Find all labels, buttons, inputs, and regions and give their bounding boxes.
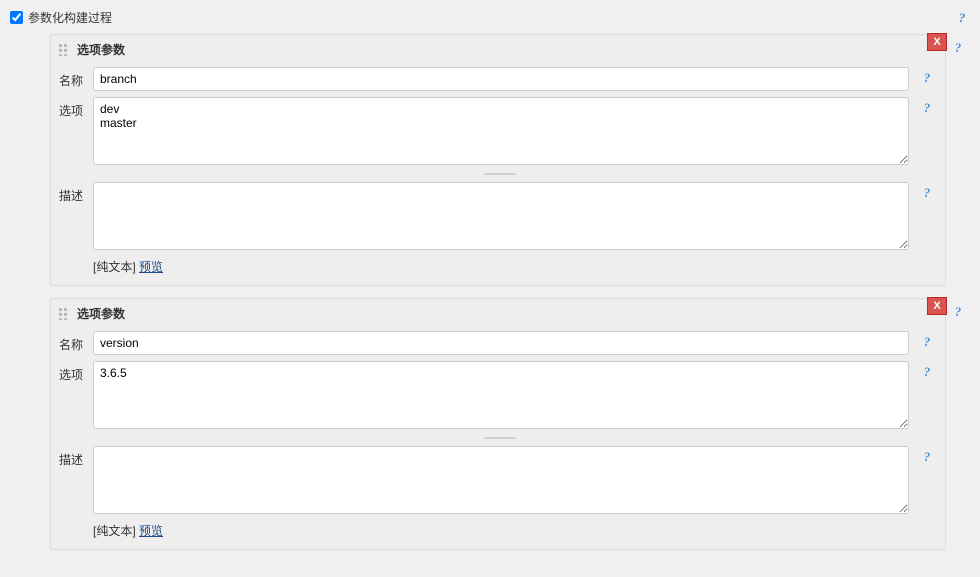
help-icon[interactable]: ? — [919, 100, 935, 116]
help-icon[interactable]: ? — [919, 334, 935, 350]
description-label: 描述 — [59, 446, 85, 468]
help-icon[interactable]: ? — [919, 364, 935, 380]
name-label: 名称 — [59, 67, 85, 89]
plaintext-label: [纯文本] — [93, 524, 139, 538]
delete-button[interactable]: X — [927, 33, 947, 51]
parameter-block: X 选项参数 名称 ? 选项 — [50, 298, 946, 550]
help-icon[interactable]: ? — [919, 185, 935, 201]
parameter-title: 选项参数 — [77, 305, 125, 322]
options-textarea[interactable] — [93, 361, 909, 429]
delete-button[interactable]: X — [927, 297, 947, 315]
preview-link[interactable]: 预览 — [139, 524, 163, 538]
resize-grip[interactable] — [95, 172, 905, 176]
description-textarea[interactable] — [93, 446, 909, 514]
help-icon[interactable]: ? — [950, 304, 966, 320]
name-label: 名称 — [59, 331, 85, 353]
parameterized-build-checkbox[interactable] — [10, 11, 23, 24]
help-icon[interactable]: ? — [954, 10, 970, 26]
preview-link[interactable]: 预览 — [139, 260, 163, 274]
help-icon[interactable]: ? — [950, 40, 966, 56]
parameter-block: X 选项参数 名称 ? 选项 — [50, 34, 946, 286]
options-label: 选项 — [59, 361, 85, 383]
drag-handle-icon[interactable] — [59, 44, 71, 56]
parameterized-build-toggle[interactable]: 参数化构建过程 — [10, 9, 112, 26]
resize-grip[interactable] — [95, 436, 905, 440]
plaintext-label: [纯文本] — [93, 260, 139, 274]
help-icon[interactable]: ? — [919, 449, 935, 465]
name-input[interactable] — [93, 331, 909, 355]
drag-handle-icon[interactable] — [59, 308, 71, 320]
name-input[interactable] — [93, 67, 909, 91]
description-textarea[interactable] — [93, 182, 909, 250]
description-label: 描述 — [59, 182, 85, 204]
options-label: 选项 — [59, 97, 85, 119]
help-icon[interactable]: ? — [919, 70, 935, 86]
parameterized-build-label: 参数化构建过程 — [28, 9, 112, 26]
options-textarea[interactable] — [93, 97, 909, 165]
parameter-title: 选项参数 — [77, 41, 125, 58]
